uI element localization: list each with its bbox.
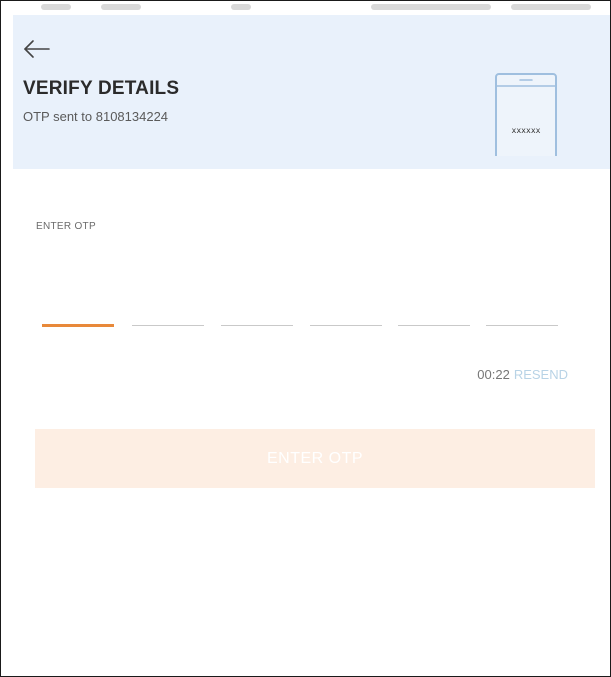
otp-underline — [221, 325, 293, 326]
otp-digit-2[interactable] — [132, 297, 204, 329]
resend-link[interactable]: RESEND — [514, 367, 568, 382]
otp-digit-5[interactable] — [398, 297, 470, 329]
back-button[interactable] — [23, 39, 51, 59]
status-bar-item — [101, 4, 141, 10]
otp-sent-text: OTP sent to 8108134224 — [23, 109, 169, 124]
otp-digit-4[interactable] — [310, 297, 382, 329]
phone-mask-text: xxxxxx — [512, 126, 541, 135]
status-bar — [1, 1, 610, 15]
screen: VERIFY DETAILS OTP sent to 8108134224 xx… — [0, 0, 611, 677]
phone-icon: xxxxxx — [494, 72, 558, 175]
otp-underline — [310, 325, 382, 326]
otp-underline — [398, 325, 470, 326]
status-bar-item — [41, 4, 71, 10]
status-bar-item — [371, 4, 491, 10]
otp-underline — [486, 325, 558, 326]
page-title: VERIFY DETAILS — [23, 78, 180, 99]
otp-label: ENTER OTP — [36, 221, 96, 232]
enter-otp-button[interactable]: ENTER OTP — [35, 429, 595, 488]
status-bar-item — [231, 4, 251, 10]
resend-row: 00:22 RESEND — [477, 367, 568, 382]
otp-underline — [132, 325, 204, 326]
phone-illustration-svg: xxxxxx — [495, 73, 557, 175]
arrow-left-icon — [24, 40, 50, 58]
countdown-timer: 00:22 — [477, 367, 510, 382]
otp-input-group — [42, 297, 562, 329]
otp-digit-6[interactable] — [486, 297, 558, 329]
otp-digit-3[interactable] — [221, 297, 293, 329]
status-bar-item — [511, 4, 591, 10]
otp-underline — [42, 324, 114, 327]
otp-digit-1[interactable] — [42, 297, 114, 329]
